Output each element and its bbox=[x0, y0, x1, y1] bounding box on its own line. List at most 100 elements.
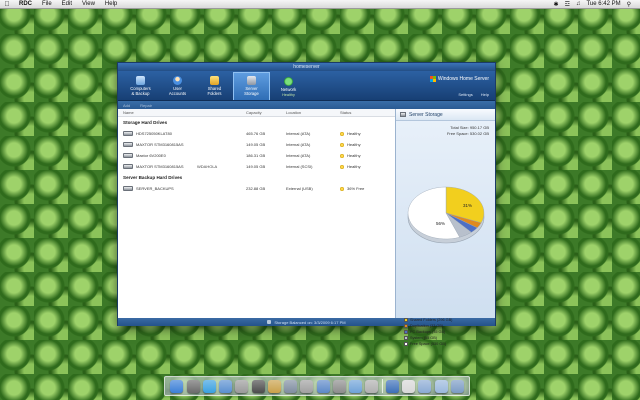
tab-network[interactable]: Network Healthy bbox=[270, 72, 307, 100]
drive-status: Healthy bbox=[347, 164, 361, 169]
drive-status: Healthy bbox=[347, 153, 361, 158]
header-links: Settings Help bbox=[458, 92, 489, 97]
hard-drive-icon bbox=[123, 164, 133, 169]
drive-capacity: 149.05 GB bbox=[246, 142, 266, 147]
menu-extras: ✱ ☲ ♫ Tue 6:42 PM ⚲ bbox=[551, 1, 640, 8]
menu-help[interactable]: Help bbox=[100, 1, 122, 7]
clock[interactable]: Tue 6:42 PM bbox=[583, 1, 623, 7]
wifi-icon[interactable]: ☲ bbox=[562, 1, 573, 8]
menu-edit[interactable]: Edit bbox=[57, 1, 77, 7]
disk-icon bbox=[400, 112, 406, 117]
computers-icon bbox=[136, 76, 145, 86]
add-button[interactable]: Add bbox=[123, 103, 130, 108]
panel-title: Server Storage bbox=[409, 111, 443, 118]
repair-button[interactable]: Repair bbox=[140, 103, 152, 108]
legend-swatch bbox=[404, 336, 408, 341]
spotlight-icon[interactable]: ⚲ bbox=[624, 1, 634, 8]
column-headers: Name Capacity Location Status bbox=[118, 109, 395, 117]
status-text: Storage Balanced on: 3/3/2009 6:17 PM bbox=[274, 319, 346, 325]
tab-label: Storage bbox=[244, 91, 259, 97]
menu-file[interactable]: File bbox=[37, 1, 57, 7]
tab-user-accounts[interactable]: User Accounts bbox=[159, 72, 196, 100]
toolbar: Add Repair bbox=[118, 101, 495, 109]
dock-app-icon[interactable] bbox=[235, 379, 249, 393]
dock-app-icon[interactable] bbox=[434, 379, 448, 393]
drive-name: Maxtor 6V200E0 bbox=[136, 153, 166, 158]
brand: Windows Home Server bbox=[429, 76, 489, 82]
col-location[interactable]: Location bbox=[286, 110, 340, 115]
console-nav: Computers & Backup User Accounts Shared … bbox=[118, 71, 495, 101]
drive-name: HDS725050KLAT80 bbox=[136, 131, 172, 136]
windows-logo-icon bbox=[429, 76, 436, 82]
legend-label: Free Space (530 GB) bbox=[410, 342, 447, 347]
tab-label: & Backup bbox=[131, 91, 150, 97]
status-icon bbox=[340, 186, 344, 191]
help-link[interactable]: Help bbox=[481, 92, 489, 97]
drive-list: Name Capacity Location Status Storage Ha… bbox=[118, 109, 395, 318]
hard-drive-icon bbox=[123, 131, 133, 136]
dock-app-icon[interactable] bbox=[365, 379, 379, 393]
dock-app-icon[interactable] bbox=[316, 379, 330, 393]
dock-app-icon[interactable] bbox=[219, 379, 232, 393]
drive-capacity: 465.76 GB bbox=[246, 131, 266, 136]
drive-name: MAXTOR STM3160815AS bbox=[136, 164, 184, 169]
network-status: Healthy bbox=[282, 92, 295, 97]
drive-capacity: 149.05 GB bbox=[246, 164, 266, 169]
pie-label-shared: 31% bbox=[463, 203, 472, 208]
hard-drive-icon bbox=[123, 142, 133, 147]
legend-swatch bbox=[404, 324, 408, 329]
status-icon bbox=[340, 142, 344, 147]
dock-app-icon[interactable] bbox=[170, 379, 184, 393]
col-capacity[interactable]: Capacity bbox=[246, 110, 286, 115]
dock-app-icon[interactable] bbox=[186, 379, 200, 393]
pie-label-free: 56% bbox=[436, 221, 445, 226]
tab-shared-folders[interactable]: Shared Folders bbox=[196, 72, 233, 100]
drive-name: SERVER_BACKUPS bbox=[136, 186, 174, 191]
content-area: Name Capacity Location Status Storage Ha… bbox=[118, 109, 495, 347]
table-row[interactable]: HDS725050KLAT80 465.76 GB Internal (ATA)… bbox=[118, 128, 395, 139]
tab-server-storage[interactable]: Server Storage bbox=[233, 72, 270, 100]
col-name[interactable]: Name bbox=[118, 110, 246, 115]
pie-slices bbox=[407, 186, 485, 240]
dock-app-icon[interactable] bbox=[202, 379, 216, 393]
apple-menu-icon[interactable]:  bbox=[0, 1, 14, 8]
storage-section-title: Storage Hard Drives bbox=[123, 120, 168, 125]
dock-app-icon[interactable] bbox=[332, 379, 346, 393]
pie-legend: Shared Folders (296 GB) Duplication (33 … bbox=[404, 317, 452, 347]
menu-app[interactable]: RDC bbox=[14, 1, 37, 7]
volume-icon[interactable]: ♫ bbox=[573, 1, 584, 7]
table-row[interactable]: MAXTOR STM3160815AS 149.05 GB Internal (… bbox=[118, 139, 395, 150]
settings-link[interactable]: Settings bbox=[458, 92, 472, 97]
tab-label: Accounts bbox=[168, 91, 187, 97]
dock-app-icon[interactable] bbox=[251, 379, 265, 393]
dock-app-icon[interactable] bbox=[402, 379, 415, 393]
dock-app-icon[interactable] bbox=[284, 379, 297, 393]
drive-status: Healthy bbox=[347, 131, 361, 136]
dock-app-icon[interactable] bbox=[349, 379, 362, 393]
free-space: Free Space: 530.02 GB bbox=[446, 131, 489, 136]
dock-app-icon[interactable] bbox=[385, 379, 399, 393]
legend-swatch bbox=[404, 342, 408, 347]
dock-app-icon[interactable] bbox=[418, 379, 432, 393]
storage-balanced-icon bbox=[267, 320, 272, 324]
drive-capacity: 186.31 GB bbox=[246, 153, 266, 158]
table-row[interactable]: Maxtor 6V200E0 186.31 GB Internal (ATA) … bbox=[118, 150, 395, 161]
dock-app-icon[interactable] bbox=[267, 379, 281, 393]
drive-label: WDAHOLA bbox=[197, 164, 218, 169]
dock-app-icon[interactable] bbox=[450, 379, 464, 393]
legend-item: Free Space (530 GB) bbox=[404, 341, 452, 347]
dock-app-icon[interactable] bbox=[300, 379, 314, 393]
table-row[interactable]: MAXTOR STM3160815AS WDAHOLA 149.05 GB Int… bbox=[118, 161, 395, 172]
legend-swatch bbox=[404, 318, 408, 323]
col-status[interactable]: Status bbox=[340, 110, 395, 115]
drive-location: Internal (ATA) bbox=[286, 131, 311, 136]
table-row[interactable]: SERVER_BACKUPS 232.88 GB External (USB) … bbox=[118, 183, 395, 194]
bluetooth-icon[interactable]: ✱ bbox=[551, 1, 562, 8]
drive-status: Healthy bbox=[347, 142, 361, 147]
drive-name: MAXTOR STM3160815AS bbox=[136, 142, 184, 147]
brand-name: Windows Home Server bbox=[437, 76, 489, 82]
tab-computers-backup[interactable]: Computers & Backup bbox=[122, 72, 159, 100]
menu-view[interactable]: View bbox=[77, 1, 100, 7]
mac-dock bbox=[164, 376, 470, 396]
hard-drive-icon bbox=[123, 153, 133, 158]
